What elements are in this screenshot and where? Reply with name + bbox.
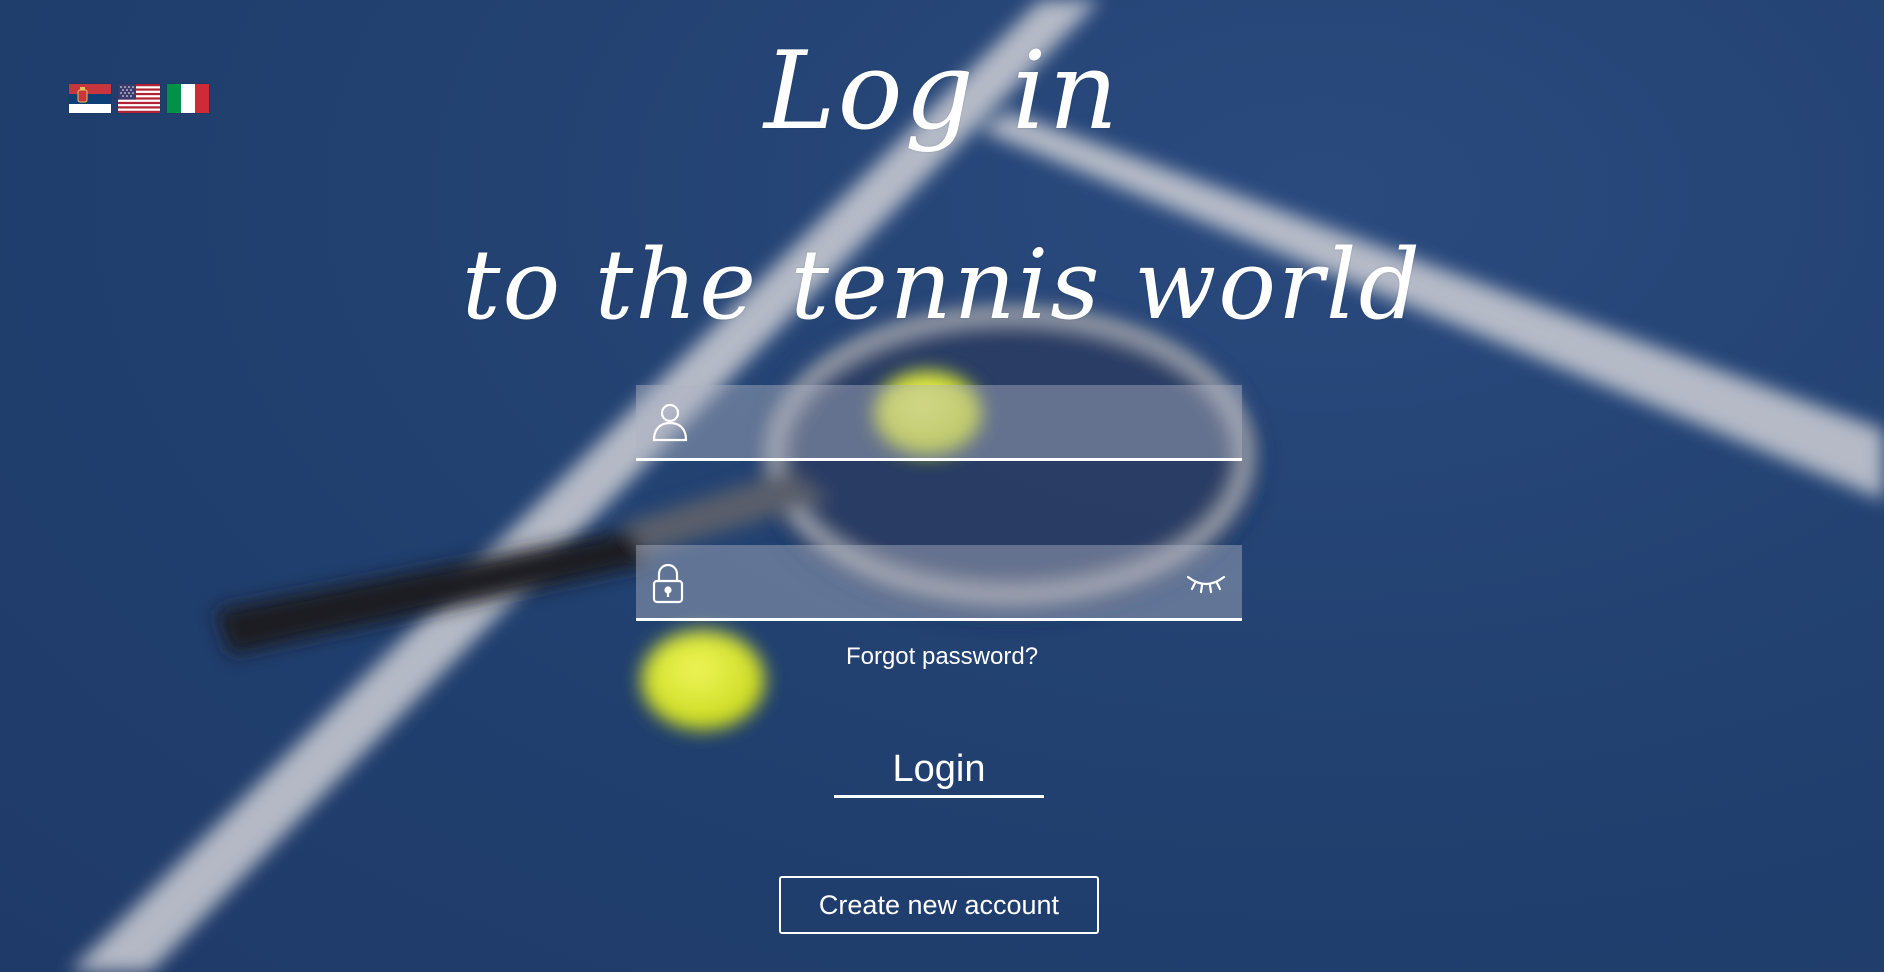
username-input[interactable] [696, 385, 1172, 460]
forgot-password-link[interactable]: Forgot password? [0, 643, 1884, 671]
password-input[interactable] [696, 545, 1172, 620]
user-icon [652, 402, 688, 442]
login-button[interactable]: Login [834, 740, 1044, 798]
page-subtitle: to the tennis world [461, 229, 1423, 341]
password-field [636, 545, 1242, 621]
page-title: Log in [763, 29, 1121, 154]
username-field [636, 385, 1242, 461]
eye-closed-icon[interactable] [1186, 571, 1226, 595]
create-account-button[interactable]: Create new account [779, 876, 1099, 934]
lock-icon [652, 564, 684, 604]
